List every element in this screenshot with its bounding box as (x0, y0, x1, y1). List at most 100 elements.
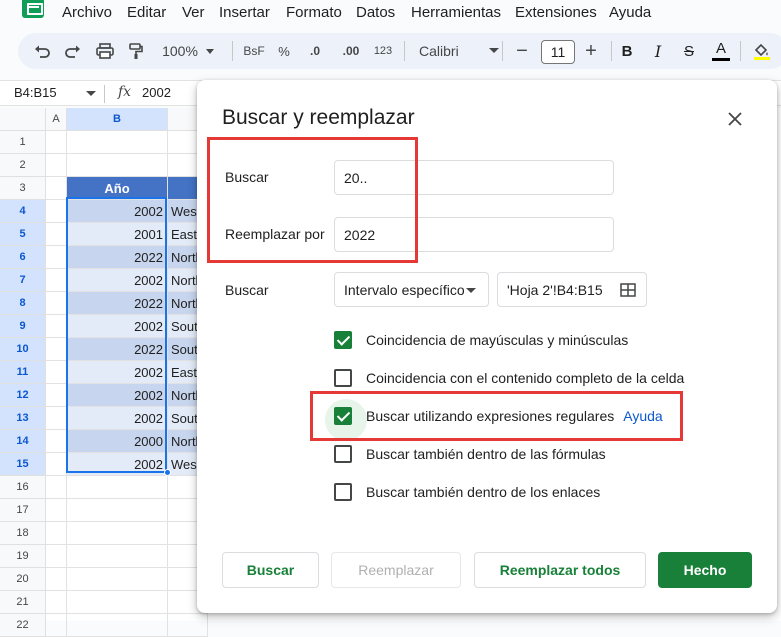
formula-input[interactable]: 2002 (142, 85, 171, 100)
row-header[interactable]: 20 (0, 568, 46, 591)
cell-year[interactable]: 2002 (67, 269, 168, 292)
print-icon[interactable] (93, 33, 117, 69)
find-button[interactable]: Buscar (222, 552, 319, 588)
row-header[interactable]: 18 (0, 522, 46, 545)
menu-editar[interactable]: Editar (127, 4, 166, 21)
option-match-entire-cell[interactable]: Coincidencia con el contenido completo d… (334, 367, 684, 389)
cell-b[interactable] (67, 522, 168, 545)
zoom-select[interactable]: 100% (158, 33, 218, 69)
cell-a[interactable] (46, 292, 67, 315)
checkbox-unchecked-icon[interactable] (334, 483, 352, 501)
row-header[interactable]: 22 (0, 614, 46, 637)
row-header[interactable]: 13 (0, 407, 46, 430)
font-size-input[interactable]: 11 (541, 40, 575, 64)
cell-year[interactable]: 2000 (67, 430, 168, 453)
done-button[interactable]: Hecho (658, 552, 752, 588)
fill-handle[interactable] (164, 469, 171, 476)
undo-icon[interactable] (30, 33, 54, 69)
row-header[interactable]: 14 (0, 430, 46, 453)
cell-b[interactable] (67, 568, 168, 591)
row-header[interactable]: 7 (0, 269, 46, 292)
column-header-a[interactable]: A (46, 108, 67, 131)
row-header[interactable]: 11 (0, 361, 46, 384)
row-header[interactable]: 8 (0, 292, 46, 315)
checkbox-checked-icon[interactable] (334, 331, 352, 349)
row-header[interactable]: 19 (0, 545, 46, 568)
font-family-select[interactable]: Calibri (413, 33, 503, 69)
italic-button[interactable]: I (647, 33, 669, 69)
number-format-button[interactable]: 123 (370, 33, 396, 69)
sheets-logo-icon[interactable] (22, 0, 44, 18)
replace-input[interactable]: 2022 (334, 217, 614, 252)
cell-a[interactable] (46, 361, 67, 384)
cell-a[interactable] (46, 545, 67, 568)
row-header[interactable]: 15 (0, 453, 46, 476)
cell-year[interactable]: 2002 (67, 453, 168, 476)
row-header[interactable]: 21 (0, 591, 46, 614)
cell-year[interactable]: 2002 (67, 200, 168, 223)
option-match-case[interactable]: Coincidencia de mayúsculas y minúsculas (334, 329, 628, 351)
option-search-links[interactable]: Buscar también dentro de los enlaces (334, 481, 600, 503)
cell-a[interactable] (46, 499, 67, 522)
cell-b[interactable] (67, 545, 168, 568)
cell-a[interactable] (46, 223, 67, 246)
row-header[interactable]: 10 (0, 338, 46, 361)
cell-a[interactable] (46, 476, 67, 499)
decrease-font-size-button[interactable]: − (510, 33, 534, 69)
cell-year[interactable]: 2022 (67, 246, 168, 269)
grid-select-icon[interactable] (620, 283, 636, 300)
row-header[interactable]: 5 (0, 223, 46, 246)
cell-b[interactable] (67, 614, 168, 637)
option-search-formulas[interactable]: Buscar también dentro de las fórmulas (334, 443, 606, 465)
menu-herramientas[interactable]: Herramientas (411, 4, 501, 21)
fill-color-icon[interactable] (751, 33, 773, 69)
redo-icon[interactable] (61, 33, 85, 69)
row-header[interactable]: 12 (0, 384, 46, 407)
cell-b[interactable] (67, 154, 168, 177)
cell-b[interactable] (67, 476, 168, 499)
row-header[interactable]: 9 (0, 315, 46, 338)
cell-a[interactable] (46, 246, 67, 269)
increase-font-size-button[interactable]: + (579, 33, 603, 69)
text-color-button[interactable]: A (710, 33, 732, 69)
cell-a[interactable] (46, 154, 67, 177)
menu-ver[interactable]: Ver (182, 4, 205, 21)
cell-year[interactable]: 2001 (67, 223, 168, 246)
checkbox-unchecked-icon[interactable] (334, 369, 352, 387)
cell-a[interactable] (46, 568, 67, 591)
row-header[interactable]: 16 (0, 476, 46, 499)
menu-datos[interactable]: Datos (356, 4, 395, 21)
cell-a[interactable] (46, 338, 67, 361)
percent-format-button[interactable]: % (274, 33, 294, 69)
row-header[interactable]: 6 (0, 246, 46, 269)
cell-year[interactable]: 2002 (67, 315, 168, 338)
close-icon[interactable] (724, 108, 746, 130)
row-header[interactable]: 17 (0, 499, 46, 522)
cell-a[interactable] (46, 453, 67, 476)
column-header-b[interactable]: B (67, 108, 168, 131)
cell-b[interactable] (67, 591, 168, 614)
cell-b[interactable] (67, 499, 168, 522)
cell-a[interactable] (46, 131, 67, 154)
currency-format-button[interactable]: BsF (240, 33, 268, 69)
cell-a[interactable] (46, 407, 67, 430)
cell-b[interactable] (67, 131, 168, 154)
name-box[interactable]: B4:B15 (14, 85, 57, 100)
help-link[interactable]: Ayuda (623, 408, 662, 424)
cell-year[interactable]: 2002 (67, 384, 168, 407)
cell-year[interactable]: 2022 (67, 338, 168, 361)
row-header[interactable]: 4 (0, 200, 46, 223)
decrease-decimal-button[interactable]: .0 (302, 33, 328, 69)
cell-c[interactable] (168, 614, 208, 637)
cell-a[interactable] (46, 522, 67, 545)
find-input[interactable]: 20.. (334, 160, 614, 195)
table-header-cell[interactable]: Año (67, 177, 168, 200)
replace-all-button[interactable]: Reemplazar todos (474, 552, 646, 588)
cell-a[interactable] (46, 177, 67, 200)
row-header[interactable]: 2 (0, 154, 46, 177)
cell-year[interactable]: 2002 (67, 361, 168, 384)
menu-insertar[interactable]: Insertar (219, 4, 270, 21)
paint-format-icon[interactable] (124, 33, 148, 69)
row-header[interactable]: 3 (0, 177, 46, 200)
search-scope-select[interactable]: Intervalo específico (334, 272, 489, 307)
